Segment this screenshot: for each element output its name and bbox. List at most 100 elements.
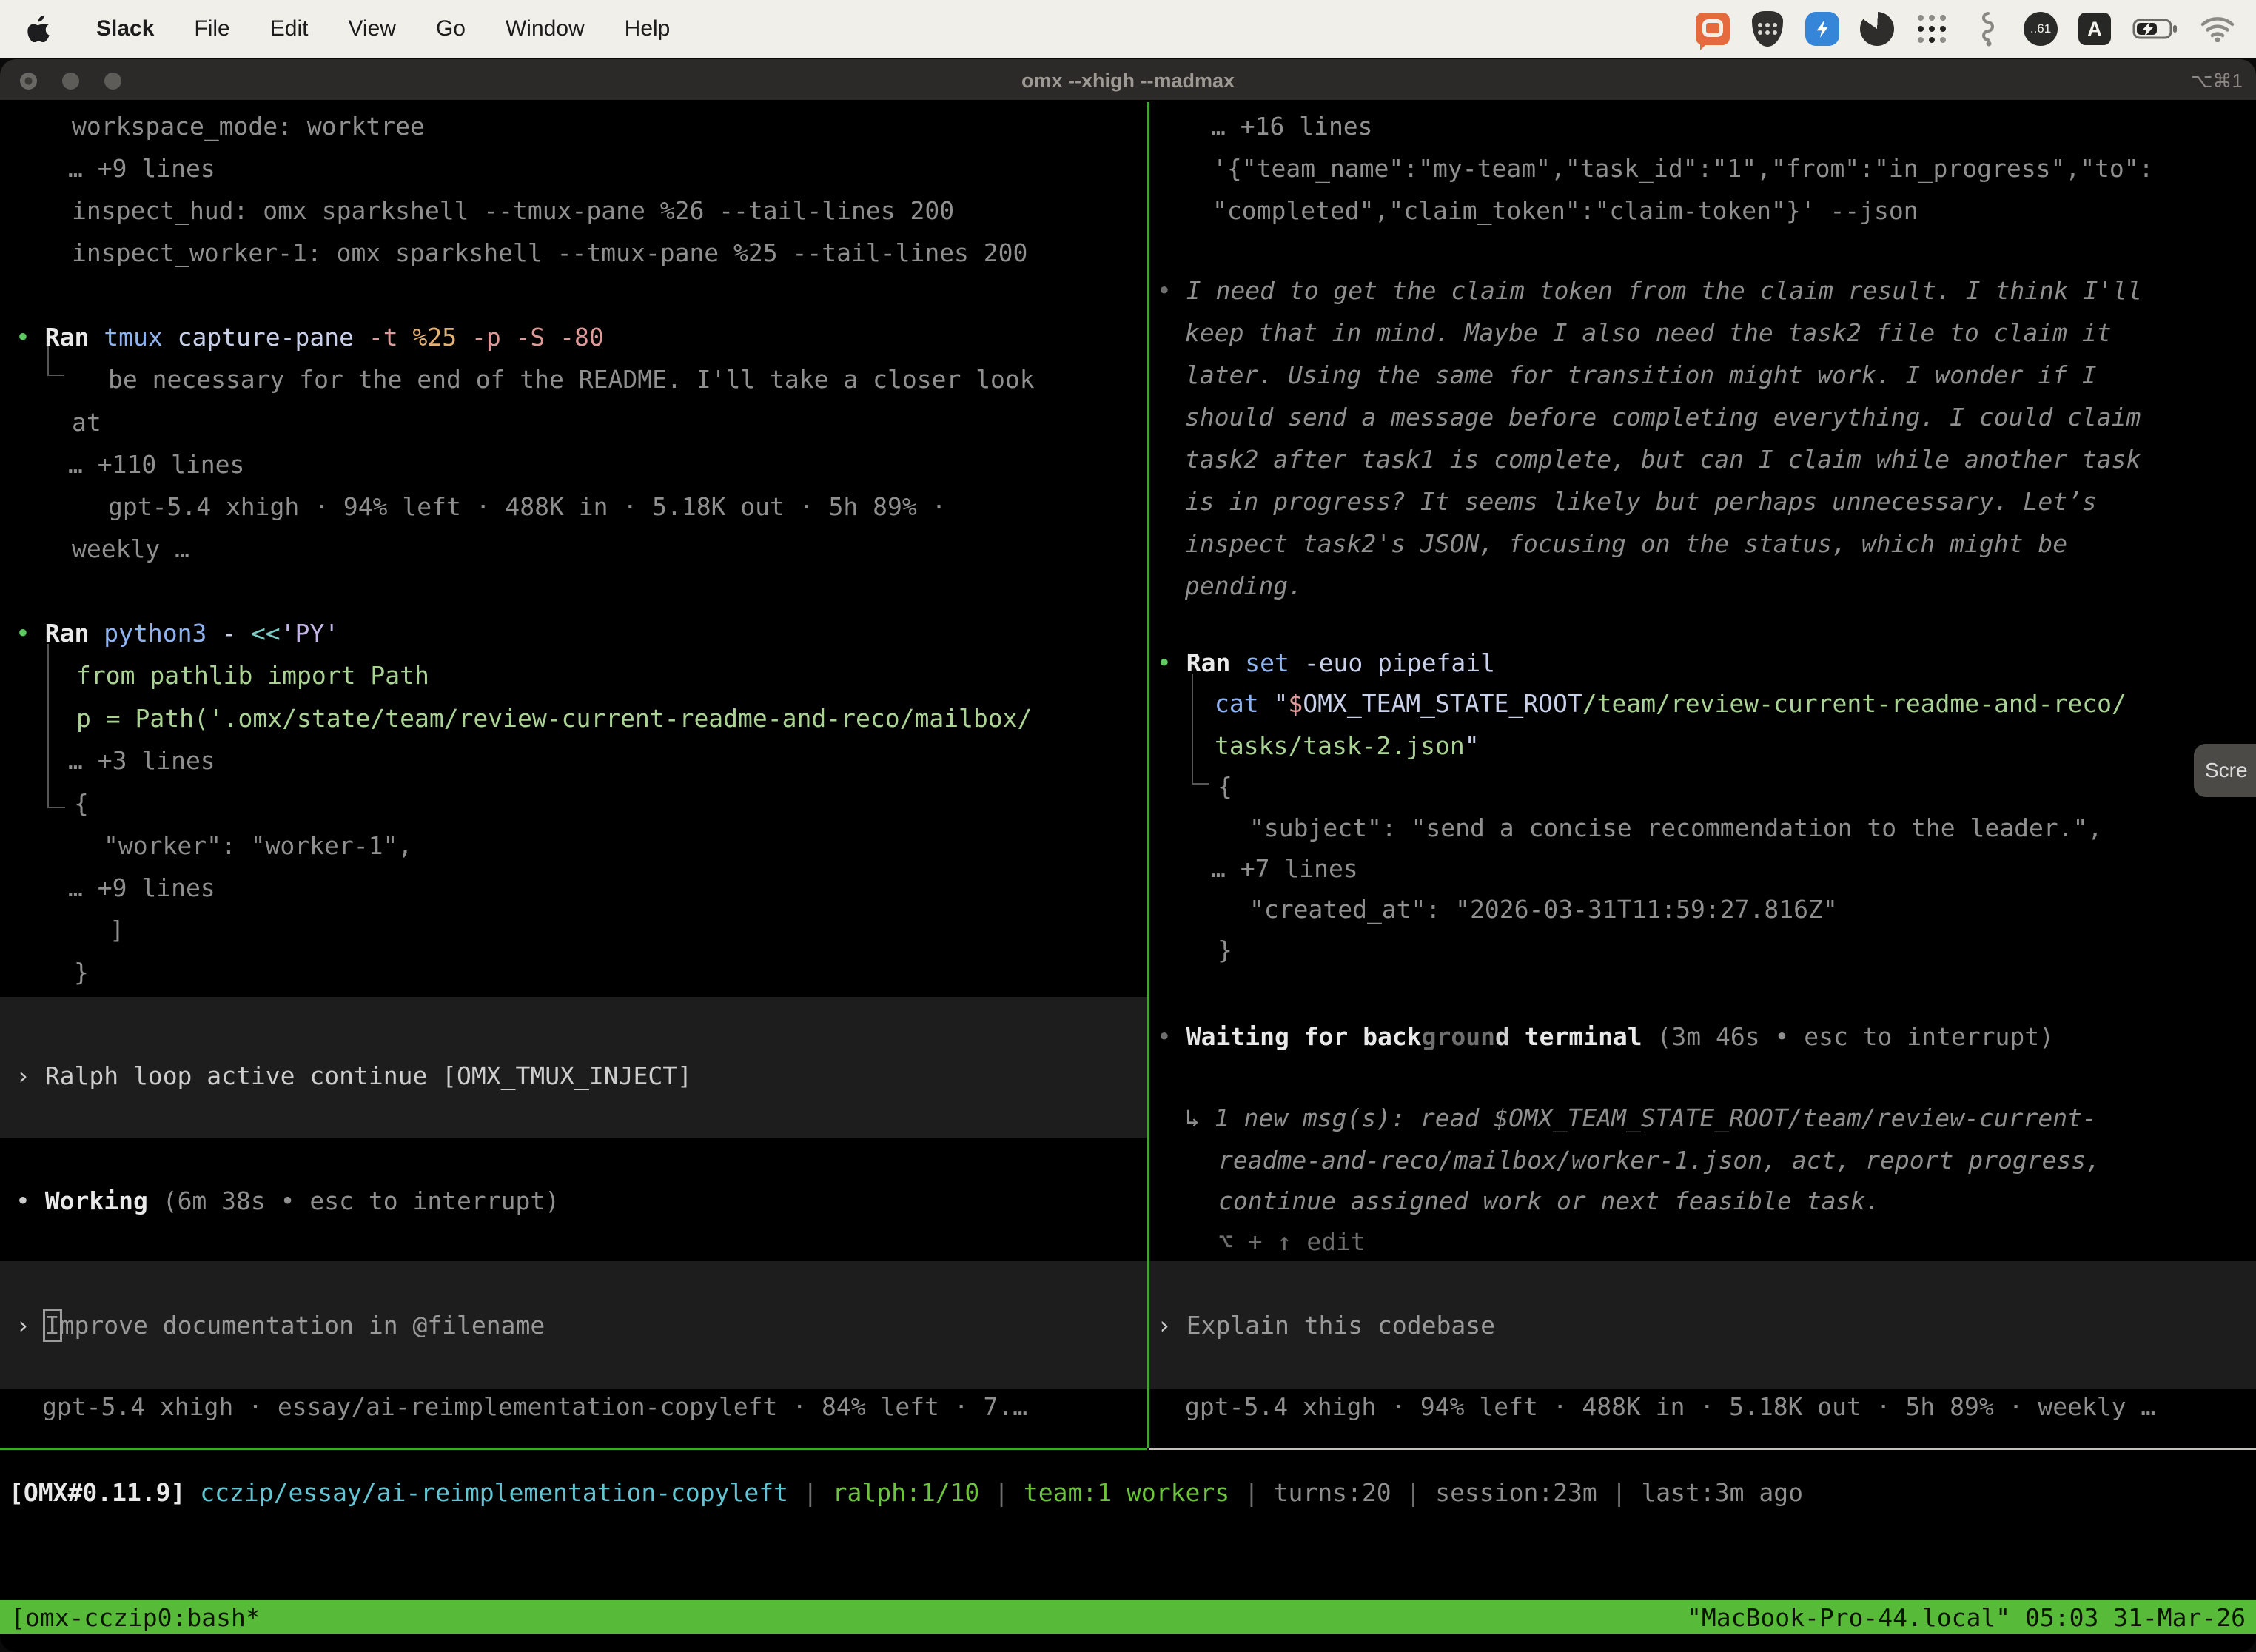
text-segment: … +110 lines [68, 450, 244, 479]
window-minimize-button[interactable] [62, 73, 79, 90]
text-segment: | [1597, 1478, 1642, 1507]
text-segment: from pathlib import Path [76, 661, 429, 690]
terminal-line: { [74, 782, 89, 825]
wifi-icon[interactable] [2200, 11, 2235, 47]
squiggle-icon[interactable] [1969, 11, 2004, 47]
window-shortcut-hint: ⌥⌘1 [2191, 59, 2243, 102]
terminal-line: } [1218, 929, 1232, 971]
terminal-line: … +16 lines [1211, 105, 1373, 147]
text-segment: … +9 lines [68, 873, 215, 902]
text-segment: { [74, 789, 89, 818]
terminal-line: inspect task2's JSON, focusing on the st… [1185, 523, 2067, 565]
chat-bubble-icon[interactable] [1695, 11, 1730, 47]
text-segment: inspect_hud: omx sparkshell --tmux-pane … [72, 196, 954, 225]
text-segment: • [1157, 1022, 1186, 1051]
text-segment: " [1273, 689, 1288, 718]
ralph-loop-status: › Ralph loop active continue [OMX_TMUX_I… [16, 1055, 692, 1097]
text-segment: … +16 lines [1211, 112, 1373, 141]
text-segment: Ran [1186, 648, 1245, 677]
text-segment: cczip/essay/ai-reimplementation-copyleft [200, 1478, 788, 1507]
tmux-session-label: [omx-cczip0:bash* [10, 1603, 261, 1632]
text-segment: } [74, 958, 89, 987]
terminal-line: from pathlib import Path [76, 654, 429, 696]
text-segment: "created_at": "2026-03-31T11:59:27.816Z" [1249, 895, 1838, 924]
dots-grid-icon[interactable] [1914, 11, 1950, 47]
terminal-line: '{"team_name":"my-team","task_id":"1","f… [1212, 147, 2154, 189]
shield-grid-icon[interactable] [1750, 11, 1785, 47]
text-segment: %25 [412, 323, 471, 352]
text-segment: • [16, 619, 30, 648]
text-segment: keep that in mind. Maybe I also need the… [1185, 318, 2112, 347]
prompt-explain-codebase[interactable]: › Explain this codebase [1157, 1304, 1495, 1346]
text-segment: pending. [1185, 571, 1303, 600]
text-segment: … +3 lines [68, 746, 215, 775]
menubar-item-view[interactable]: View [348, 16, 395, 41]
terminal-line: gpt-5.4 xhigh · 94% left · 488K in · 5.1… [108, 486, 946, 528]
text-segment: inspect task2's JSON, focusing on the st… [1185, 529, 2067, 558]
text-segment: ↳ 1 new msg(s): read $OMX_TEAM_STATE_ROO… [1185, 1104, 2097, 1132]
pane-divider[interactable] [1147, 102, 1149, 1448]
terminal-line: ↳ 1 new msg(s): read $OMX_TEAM_STATE_ROO… [1185, 1097, 2097, 1139]
terminal-window: workspace_mode: worktree… +9 linesinspec… [0, 59, 2256, 1652]
text-segment: "completed","claim_token":"claim-token"}… [1212, 196, 1918, 225]
text-segment: continue assigned work or next feasible … [1218, 1186, 1880, 1215]
menubar-item-go[interactable]: Go [436, 16, 466, 41]
apple-menu-icon[interactable] [21, 11, 56, 47]
terminal-line: later. Using the same for transition mig… [1185, 354, 2097, 396]
text-segment: | [979, 1478, 1024, 1507]
left-pane-bottom-border [0, 1448, 1147, 1450]
menubar-item-window[interactable]: Window [506, 16, 585, 41]
text-segment: ⌥ + ↑ edit [1218, 1227, 1366, 1256]
menubar-item-edit[interactable]: Edit [270, 16, 309, 41]
count-badge-icon[interactable]: ..61 [2024, 12, 2058, 46]
spark-badge-icon[interactable] [1805, 11, 1840, 47]
tree-connector [47, 644, 65, 808]
terminal-line: ] [110, 909, 124, 951]
text-segment: • [16, 1186, 45, 1215]
terminal-line: is in progress? It seems likely but perh… [1185, 480, 2097, 523]
window-close-button[interactable] [20, 73, 37, 90]
text-segment: tasks/task-2.json [1215, 731, 1465, 760]
prompt-improve-docs[interactable]: › Improve documentation in @filename [16, 1304, 545, 1346]
working-status: • Working (6m 38s • esc to interrupt) [16, 1180, 560, 1222]
text-segment: groun [1422, 1022, 1495, 1051]
terminal-line: should send a message before completing … [1185, 396, 2141, 438]
text-segment: is in progress? It seems likely but perh… [1185, 487, 2097, 516]
text-segment: 'PY' [281, 619, 339, 648]
text-segment: › [16, 1061, 45, 1090]
text-segment: } [1218, 936, 1232, 964]
menubar-item-file[interactable]: File [194, 16, 229, 41]
tmux-host-clock: "MacBook-Pro-44.local" 05:03 31-Mar-26 [1687, 1603, 2246, 1632]
terminal-line: … +3 lines [68, 739, 215, 782]
window-zoom-button[interactable] [104, 73, 121, 90]
text-segment: (6m 38s • esc to interrupt) [148, 1186, 560, 1215]
window-titlebar[interactable]: omx --xhigh --madmax ⌥⌘1 [0, 59, 2256, 102]
terminal-line: keep that in mind. Maybe I also need the… [1185, 312, 2112, 354]
menubar-app-name[interactable]: Slack [96, 16, 154, 41]
screen: Slack File Edit View Go Window Help [0, 0, 2256, 1652]
text-segment: last:3m ago [1641, 1478, 1803, 1507]
input-source-icon[interactable]: A [2077, 11, 2112, 47]
text-segment: ] [110, 916, 124, 944]
apple-logo-icon [27, 16, 50, 42]
text-segment: Waiting for back [1186, 1022, 1422, 1051]
omx-session-status: [OMX#0.11.9] cczip/essay/ai-reimplementa… [9, 1471, 1803, 1514]
pie-chart-icon[interactable] [1859, 11, 1895, 47]
text-segment: later. Using the same for transition mig… [1185, 360, 2097, 389]
battery-icon[interactable] [2132, 11, 2181, 47]
text-segment [185, 1478, 200, 1507]
menubar-menus: Slack File Edit View Go Window Help [21, 11, 670, 47]
menubar-item-help[interactable]: Help [625, 16, 671, 41]
text-segment: $ [1288, 689, 1303, 718]
tmux-status-bar: [omx-cczip0:bash* "MacBook-Pro-44.local"… [0, 1600, 2256, 1634]
text-segment: Working [45, 1186, 148, 1215]
screen-sharing-overlay[interactable]: Scre [2194, 744, 2256, 797]
text-segment: | [1391, 1478, 1436, 1507]
edit-shortcut-hint: ⌥ + ↑ edit [1218, 1220, 1366, 1263]
text-segment [30, 619, 45, 648]
text-segment: | [1229, 1478, 1274, 1507]
terminal-line: … +7 lines [1211, 847, 1358, 890]
text-segment: team:1 workers [1024, 1478, 1229, 1507]
text-segment: set [1245, 648, 1303, 677]
terminal-line: p = Path('.omx/state/team/review-current… [76, 697, 1032, 739]
